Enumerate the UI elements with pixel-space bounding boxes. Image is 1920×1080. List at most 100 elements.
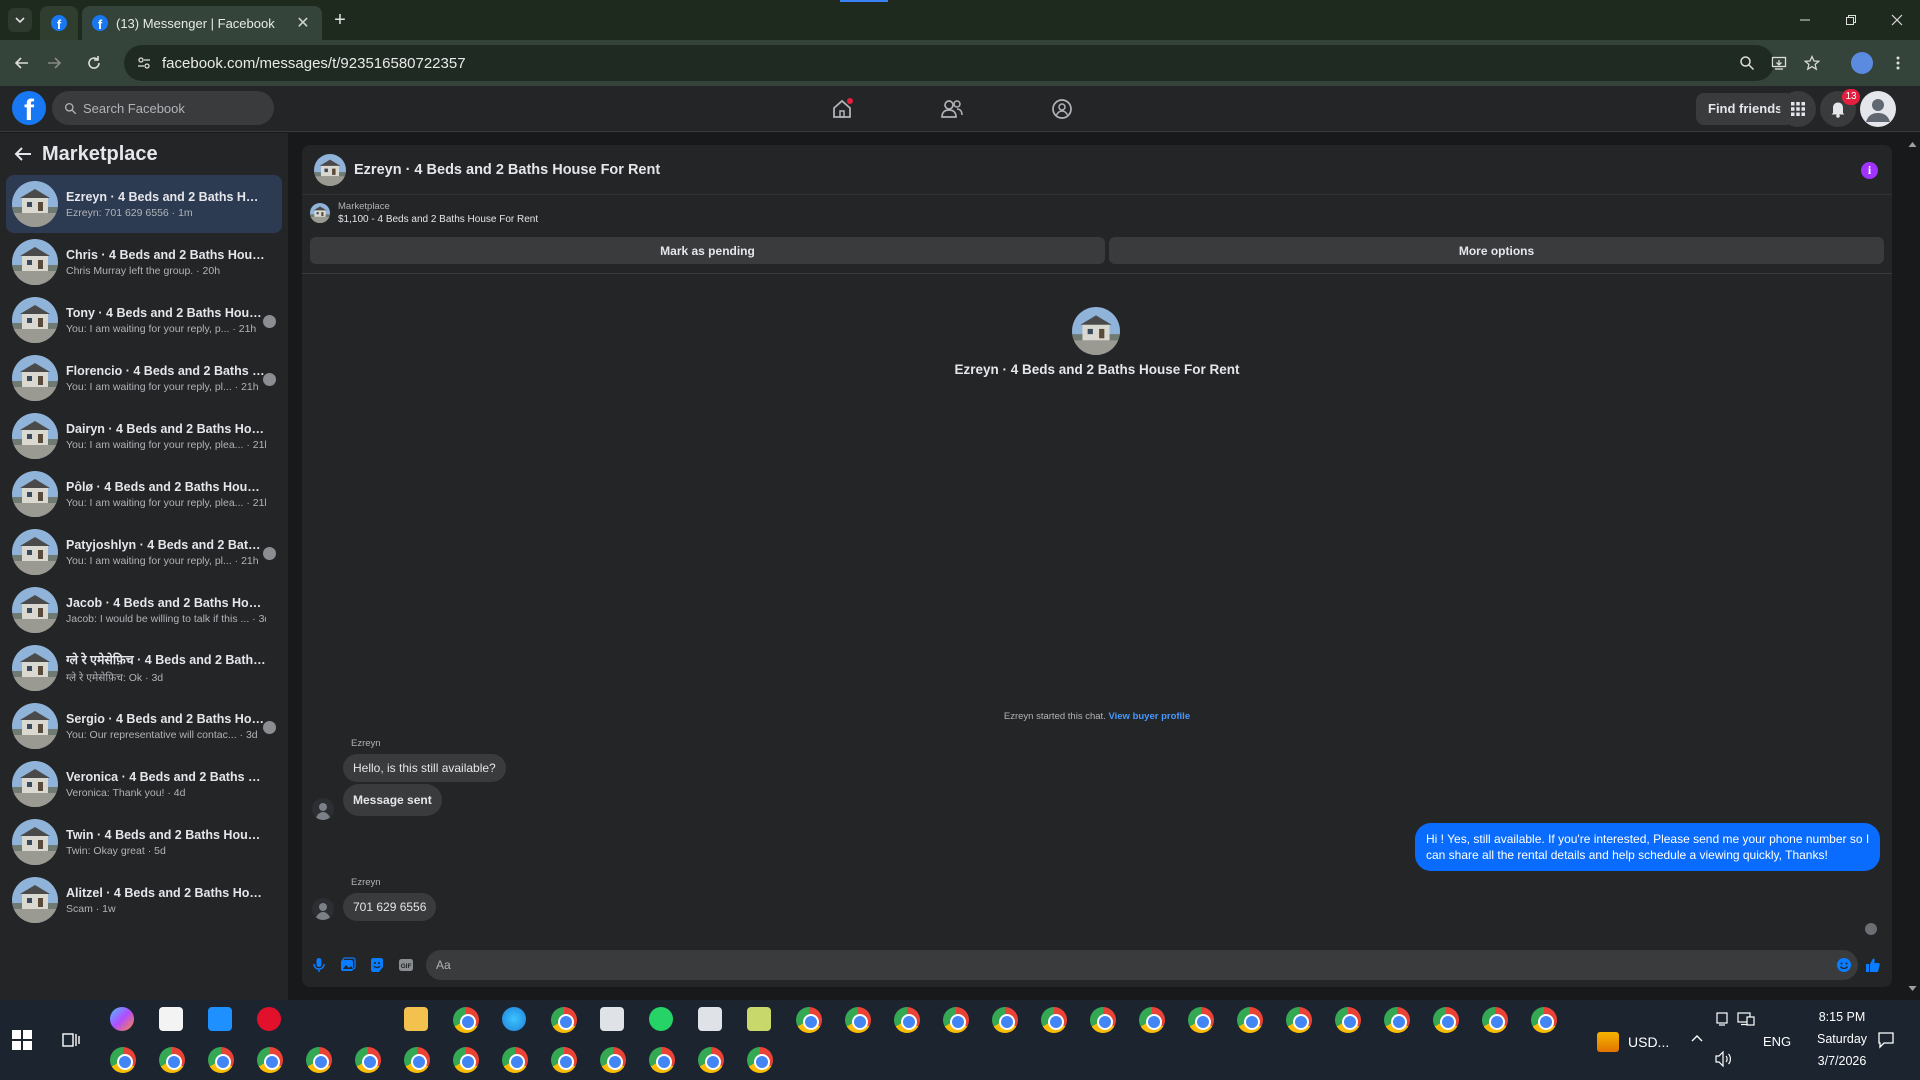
- conversation-item[interactable]: Veronica · 4 Beds and 2 Baths Hou... Vero…: [6, 755, 282, 813]
- windows-start-button[interactable]: [12, 1030, 32, 1050]
- chrome-taskbar-icon[interactable]: [502, 1047, 528, 1073]
- conversation-item[interactable]: Sergio · 4 Beds and 2 Baths Hou... You: O…: [6, 697, 282, 755]
- chrome-taskbar-icon[interactable]: [257, 1047, 283, 1073]
- install-app-button[interactable]: [1767, 51, 1791, 75]
- conversation-item[interactable]: Ezreyn · 4 Beds and 2 Baths House... Ezre…: [6, 175, 282, 233]
- chrome-taskbar-icon[interactable]: [110, 1047, 136, 1073]
- chrome-taskbar-icon[interactable]: [453, 1047, 479, 1073]
- app-taskbar-icon[interactable]: [747, 1007, 771, 1031]
- view-buyer-profile-link[interactable]: View buyer profile: [1108, 711, 1190, 722]
- search-input[interactable]: [83, 100, 263, 116]
- clock-time[interactable]: 8:15 PM: [1807, 1010, 1877, 1024]
- back-button[interactable]: [10, 51, 34, 75]
- notification-center-button[interactable]: [1877, 1031, 1895, 1049]
- chrome-taskbar-icon[interactable]: [894, 1007, 920, 1033]
- chrome-taskbar-icon[interactable]: [551, 1007, 577, 1033]
- address-bar[interactable]: facebook.com/messages/t/923516580722357: [124, 45, 1774, 81]
- language-indicator[interactable]: ENG: [1763, 1034, 1791, 1049]
- tab-messenger[interactable]: f (13) Messenger | Facebook ✕: [82, 6, 322, 40]
- nav-home[interactable]: [828, 96, 856, 122]
- conversation-item[interactable]: Pôlø · 4 Beds and 2 Baths House F... You:…: [6, 465, 282, 523]
- chrome-taskbar-icon[interactable]: [306, 1047, 332, 1073]
- app-taskbar-icon[interactable]: [698, 1007, 722, 1031]
- forward-button[interactable]: [42, 51, 66, 75]
- chrome-taskbar-icon[interactable]: [404, 1047, 430, 1073]
- chrome-taskbar-icon[interactable]: [1188, 1007, 1214, 1033]
- chrome-taskbar-icon[interactable]: [1433, 1007, 1459, 1033]
- conversation-item[interactable]: Alitzel · 4 Beds and 2 Baths House ... Sc…: [6, 871, 282, 929]
- facebook-logo-icon[interactable]: f: [12, 91, 46, 125]
- chrome-taskbar-icon[interactable]: [551, 1047, 577, 1073]
- message-bubble-outgoing[interactable]: Hi ! Yes, still available. If you're int…: [1415, 823, 1881, 871]
- browser-menu-button[interactable]: [1886, 51, 1910, 75]
- conversation-item[interactable]: Twin · 4 Beds and 2 Baths House F... Twin…: [6, 813, 282, 871]
- zoom-button[interactable]: [1735, 51, 1759, 75]
- opera-taskbar-icon[interactable]: [257, 1007, 281, 1031]
- chrome-taskbar-icon[interactable]: [698, 1047, 724, 1073]
- conversation-item[interactable]: Jacob · 4 Beds and 2 Baths House ... Jaco…: [6, 581, 282, 639]
- conversation-item[interactable]: Florencio · 4 Beds and 2 Baths H... You: …: [6, 349, 282, 407]
- site-settings-icon[interactable]: [136, 55, 152, 71]
- chrome-taskbar-icon[interactable]: [796, 1007, 822, 1033]
- app-taskbar-icon[interactable]: [208, 1007, 232, 1031]
- store-taskbar-icon[interactable]: [159, 1007, 183, 1031]
- chrome-taskbar-icon[interactable]: [747, 1047, 773, 1073]
- message-bubble-incoming[interactable]: Hello, is this still available?: [343, 754, 506, 782]
- message-input[interactable]: [426, 950, 1858, 980]
- more-options-button[interactable]: More options: [1109, 237, 1884, 264]
- settings-taskbar-icon[interactable]: [355, 1007, 379, 1031]
- conversation-item[interactable]: Dairyn · 4 Beds and 2 Baths House... You:…: [6, 407, 282, 465]
- menu-button[interactable]: [1780, 91, 1816, 127]
- pinned-tab-facebook[interactable]: f: [40, 6, 78, 40]
- like-button[interactable]: [1864, 956, 1882, 974]
- currency-widget-label[interactable]: USD...: [1628, 1034, 1669, 1050]
- chatgpt-taskbar-icon[interactable]: [306, 1007, 330, 1031]
- facebook-search[interactable]: [52, 91, 274, 125]
- chrome-taskbar-icon[interactable]: [1041, 1007, 1067, 1033]
- attach-photo-button[interactable]: [339, 956, 357, 974]
- chrome-taskbar-icon[interactable]: [453, 1007, 479, 1033]
- profile-button[interactable]: [1850, 51, 1874, 75]
- chrome-taskbar-icon[interactable]: [1384, 1007, 1410, 1033]
- back-arrow-icon[interactable]: [14, 146, 32, 162]
- chrome-taskbar-icon[interactable]: [1139, 1007, 1165, 1033]
- chrome-taskbar-icon[interactable]: [1090, 1007, 1116, 1033]
- tab-search-button[interactable]: [8, 8, 32, 32]
- nav-friends[interactable]: [938, 96, 966, 122]
- edge-taskbar-icon[interactable]: [502, 1007, 526, 1031]
- conversation-item[interactable]: Chris · 4 Beds and 2 Baths House F... Chr…: [6, 233, 282, 291]
- emoji-button[interactable]: [1835, 956, 1853, 974]
- tray-device-icon[interactable]: [1715, 1012, 1729, 1026]
- reload-button[interactable]: [82, 51, 106, 75]
- page-scrollbar[interactable]: [1905, 133, 1920, 1000]
- show-hidden-icons-button[interactable]: [1690, 1033, 1704, 1043]
- chrome-taskbar-icon[interactable]: [943, 1007, 969, 1033]
- close-window-button[interactable]: [1874, 0, 1920, 40]
- sticker-button[interactable]: [368, 956, 386, 974]
- info-icon[interactable]: i: [1861, 162, 1878, 179]
- minimize-button[interactable]: [1782, 0, 1828, 40]
- chrome-taskbar-icon[interactable]: [600, 1047, 626, 1073]
- chrome-taskbar-icon[interactable]: [159, 1047, 185, 1073]
- new-tab-button[interactable]: +: [328, 8, 352, 32]
- gif-button[interactable]: GIF: [397, 956, 415, 974]
- message-bubble-incoming[interactable]: Message sent: [343, 784, 442, 816]
- chrome-taskbar-icon[interactable]: [1335, 1007, 1361, 1033]
- currency-widget-icon[interactable]: [1597, 1032, 1619, 1052]
- listing-summary[interactable]: Marketplace $1,100 - 4 Beds and 2 Baths …: [310, 201, 538, 225]
- task-view-button[interactable]: [62, 1031, 80, 1049]
- volume-icon[interactable]: [1714, 1051, 1732, 1067]
- voice-clip-button[interactable]: [310, 956, 328, 974]
- chrome-taskbar-icon[interactable]: [845, 1007, 871, 1033]
- chat-title[interactable]: Ezreyn · 4 Beds and 2 Baths House For Re…: [354, 162, 660, 178]
- bookmark-button[interactable]: [1800, 51, 1824, 75]
- clock-day[interactable]: Saturday: [1807, 1032, 1877, 1046]
- files-taskbar-icon[interactable]: [404, 1007, 428, 1031]
- chrome-taskbar-icon[interactable]: [355, 1047, 381, 1073]
- whatsapp-taskbar-icon[interactable]: [649, 1007, 673, 1031]
- chrome-taskbar-icon[interactable]: [208, 1047, 234, 1073]
- account-button[interactable]: [1860, 91, 1896, 127]
- chrome-taskbar-icon[interactable]: [1531, 1007, 1557, 1033]
- restore-button[interactable]: [1828, 0, 1874, 40]
- conversation-item[interactable]: Tony · 4 Beds and 2 Baths Hous... You: I …: [6, 291, 282, 349]
